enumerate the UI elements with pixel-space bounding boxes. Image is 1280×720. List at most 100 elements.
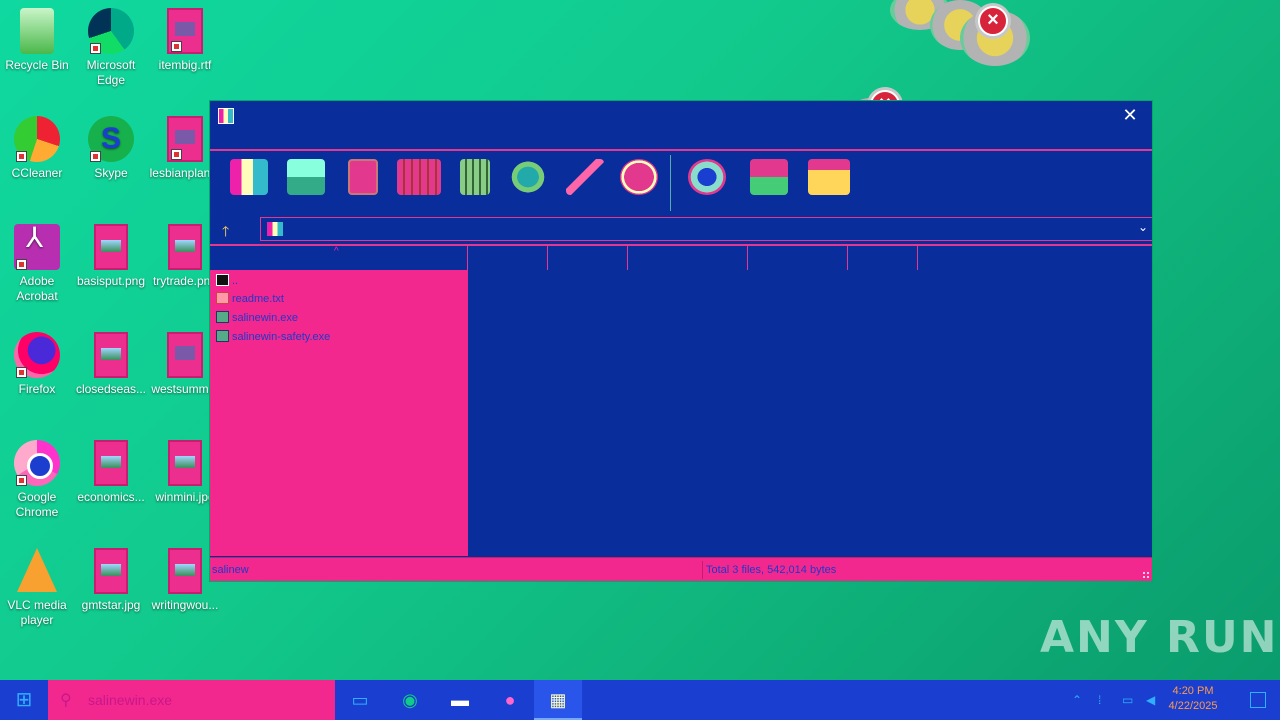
- resize-grip-icon[interactable]: [1142, 571, 1150, 579]
- add-tool-icon[interactable]: [230, 159, 268, 195]
- status-divider: [702, 561, 703, 579]
- desktop-icon-label: itembig.rtf: [158, 58, 212, 72]
- desktop-icon-chrome[interactable]: Google Chrome: [0, 440, 74, 520]
- desktop-icon-edge[interactable]: Microsoft Edge: [74, 8, 148, 88]
- ccleaner-icon: [14, 116, 60, 162]
- column-header-crc[interactable]: [848, 246, 918, 270]
- status-left-text: salinew: [212, 564, 249, 576]
- desktop-icon-label: gmtstar.jpg: [81, 598, 141, 612]
- desktop-icon-label: closedseas...: [75, 382, 147, 396]
- address-bar: 🡑 ⌄: [210, 217, 1152, 243]
- image-file-icon: [168, 224, 202, 270]
- start-button[interactable]: ⊞: [0, 680, 48, 720]
- column-header-packed[interactable]: [548, 246, 628, 270]
- clock-time: 4:20 PM: [1172, 685, 1214, 697]
- rtf-file-icon: [167, 116, 203, 162]
- column-header-modified[interactable]: [748, 246, 848, 270]
- find-tool-icon[interactable]: [509, 159, 547, 195]
- desktop-icon-label: economics...: [77, 490, 145, 504]
- wizard-tool-icon[interactable]: [566, 159, 604, 195]
- desktop-icon-label: Adobe Acrobat: [16, 274, 58, 303]
- toolbar-separator: [670, 155, 671, 211]
- list-item[interactable]: readme.txt: [216, 290, 284, 308]
- file-name: salinewin-safety.exe: [232, 331, 331, 343]
- desktop-icon-skype[interactable]: S Skype: [74, 116, 148, 181]
- desktop-icon-label: Skype: [94, 166, 128, 180]
- recycle-bin-icon: [20, 8, 54, 54]
- up-arrow-icon[interactable]: 🡑: [222, 221, 229, 245]
- column-header-name[interactable]: ^: [210, 246, 468, 270]
- search-input[interactable]: salinewin.exe: [88, 692, 172, 708]
- desktop-icon-basisput[interactable]: basisput.png: [74, 224, 148, 289]
- search-icon: ⚲: [60, 692, 72, 709]
- list-item[interactable]: salinewin.exe: [216, 309, 298, 327]
- sfx-tool-icon[interactable]: [808, 159, 850, 195]
- task-view-icon[interactable]: ▭: [336, 680, 384, 720]
- watermark: ANY RUN: [1040, 612, 1279, 663]
- parent-folder-icon: [216, 274, 229, 286]
- desktop-icon-label: VLC media player: [7, 598, 67, 627]
- image-file-icon: [94, 224, 128, 270]
- taskbar-archiver-icon[interactable]: ▦: [534, 680, 582, 720]
- archive-icon: [267, 222, 283, 236]
- desktop-icon-economics[interactable]: economics...: [74, 440, 148, 505]
- image-file-icon: [168, 548, 202, 594]
- desktop-icon-label: CCleaner: [11, 166, 63, 180]
- file-list: .. readme.txt salinewin.exe salinewin-sa…: [210, 270, 468, 556]
- desktop-icon-recycle-bin[interactable]: Recycle Bin: [0, 8, 74, 73]
- column-header-type[interactable]: [628, 246, 748, 270]
- desktop-icon-closedseas[interactable]: closedseas...: [74, 332, 148, 397]
- error-icon: ×: [978, 6, 1008, 36]
- network-icon[interactable]: ⁞: [1098, 680, 1101, 720]
- desktop-icon-acrobat[interactable]: Adobe Acrobat: [0, 224, 74, 304]
- clock-date: 4/22/2025: [1168, 700, 1218, 712]
- taskbar-firefox-icon[interactable]: ●: [486, 680, 534, 720]
- comment-tool-icon[interactable]: [750, 159, 788, 195]
- virus-scan-tool-icon[interactable]: [688, 159, 726, 195]
- desktop-icon-vlc[interactable]: VLC media player: [0, 548, 74, 628]
- status-total-text: Total 3 files, 542,014 bytes: [706, 564, 837, 576]
- taskbar: ⊞ ⚲ salinewin.exe ▭ ◉ ▬ ● ▦ ⌃ ⁞ ▭ ◀ 4:20…: [0, 680, 1280, 720]
- desktop-icon-gmtstar[interactable]: gmtstar.jpg: [74, 548, 148, 613]
- detail-pane: [468, 270, 1152, 556]
- info-tool-icon[interactable]: [620, 159, 658, 195]
- sort-ascending-icon: ^: [334, 246, 339, 257]
- chrome-icon: [14, 440, 60, 486]
- image-file-icon: [94, 332, 128, 378]
- desktop-icon-ccleaner[interactable]: CCleaner: [0, 116, 74, 181]
- text-file-icon: [216, 292, 229, 304]
- path-combobox[interactable]: ⌄: [260, 217, 1152, 241]
- desktop-icon-label: Google Chrome: [15, 490, 59, 519]
- app-icon: [218, 108, 234, 124]
- file-name: readme.txt: [232, 293, 284, 305]
- volume-icon[interactable]: ◀: [1146, 680, 1155, 720]
- taskbar-explorer-icon[interactable]: ▬: [436, 680, 484, 720]
- firefox-icon: [14, 332, 60, 378]
- list-item[interactable]: salinewin-safety.exe: [216, 328, 330, 346]
- taskbar-edge-icon[interactable]: ◉: [386, 680, 434, 720]
- edge-icon: [88, 8, 134, 54]
- extract-tool-icon[interactable]: [287, 159, 325, 195]
- view-tool-icon[interactable]: [397, 159, 441, 195]
- vlc-icon: [17, 548, 57, 592]
- archiver-window: ✕ 🡑 ⌄ ^ .. readme.txt salinewin.exe sali…: [209, 100, 1153, 582]
- tray-chevron-icon[interactable]: ⌃: [1072, 680, 1082, 720]
- status-bar: salinew Total 3 files, 542,014 bytes: [210, 557, 1152, 581]
- title-bar[interactable]: ✕: [210, 101, 1152, 149]
- notification-icon[interactable]: [1250, 692, 1266, 708]
- desktop-icon-itembig[interactable]: itembig.rtf: [148, 8, 222, 73]
- taskbar-clock[interactable]: 4:20 PM 4/22/2025: [1158, 684, 1228, 714]
- display-icon[interactable]: ▭: [1122, 680, 1133, 720]
- image-file-icon: [94, 440, 128, 486]
- close-button[interactable]: ✕: [1120, 105, 1140, 125]
- desktop-icon-label: Microsoft Edge: [86, 58, 136, 87]
- delete-tool-icon[interactable]: [460, 159, 490, 195]
- test-tool-icon[interactable]: [348, 159, 378, 195]
- column-header-size[interactable]: [468, 246, 548, 270]
- taskbar-search[interactable]: ⚲ salinewin.exe: [48, 680, 335, 720]
- desktop-icon-firefox[interactable]: Firefox: [0, 332, 74, 397]
- chevron-down-icon[interactable]: ⌄: [1138, 220, 1148, 234]
- toolbar: [210, 149, 1152, 215]
- list-item[interactable]: ..: [216, 272, 238, 290]
- desktop-icon-label: writingwou...: [151, 598, 219, 612]
